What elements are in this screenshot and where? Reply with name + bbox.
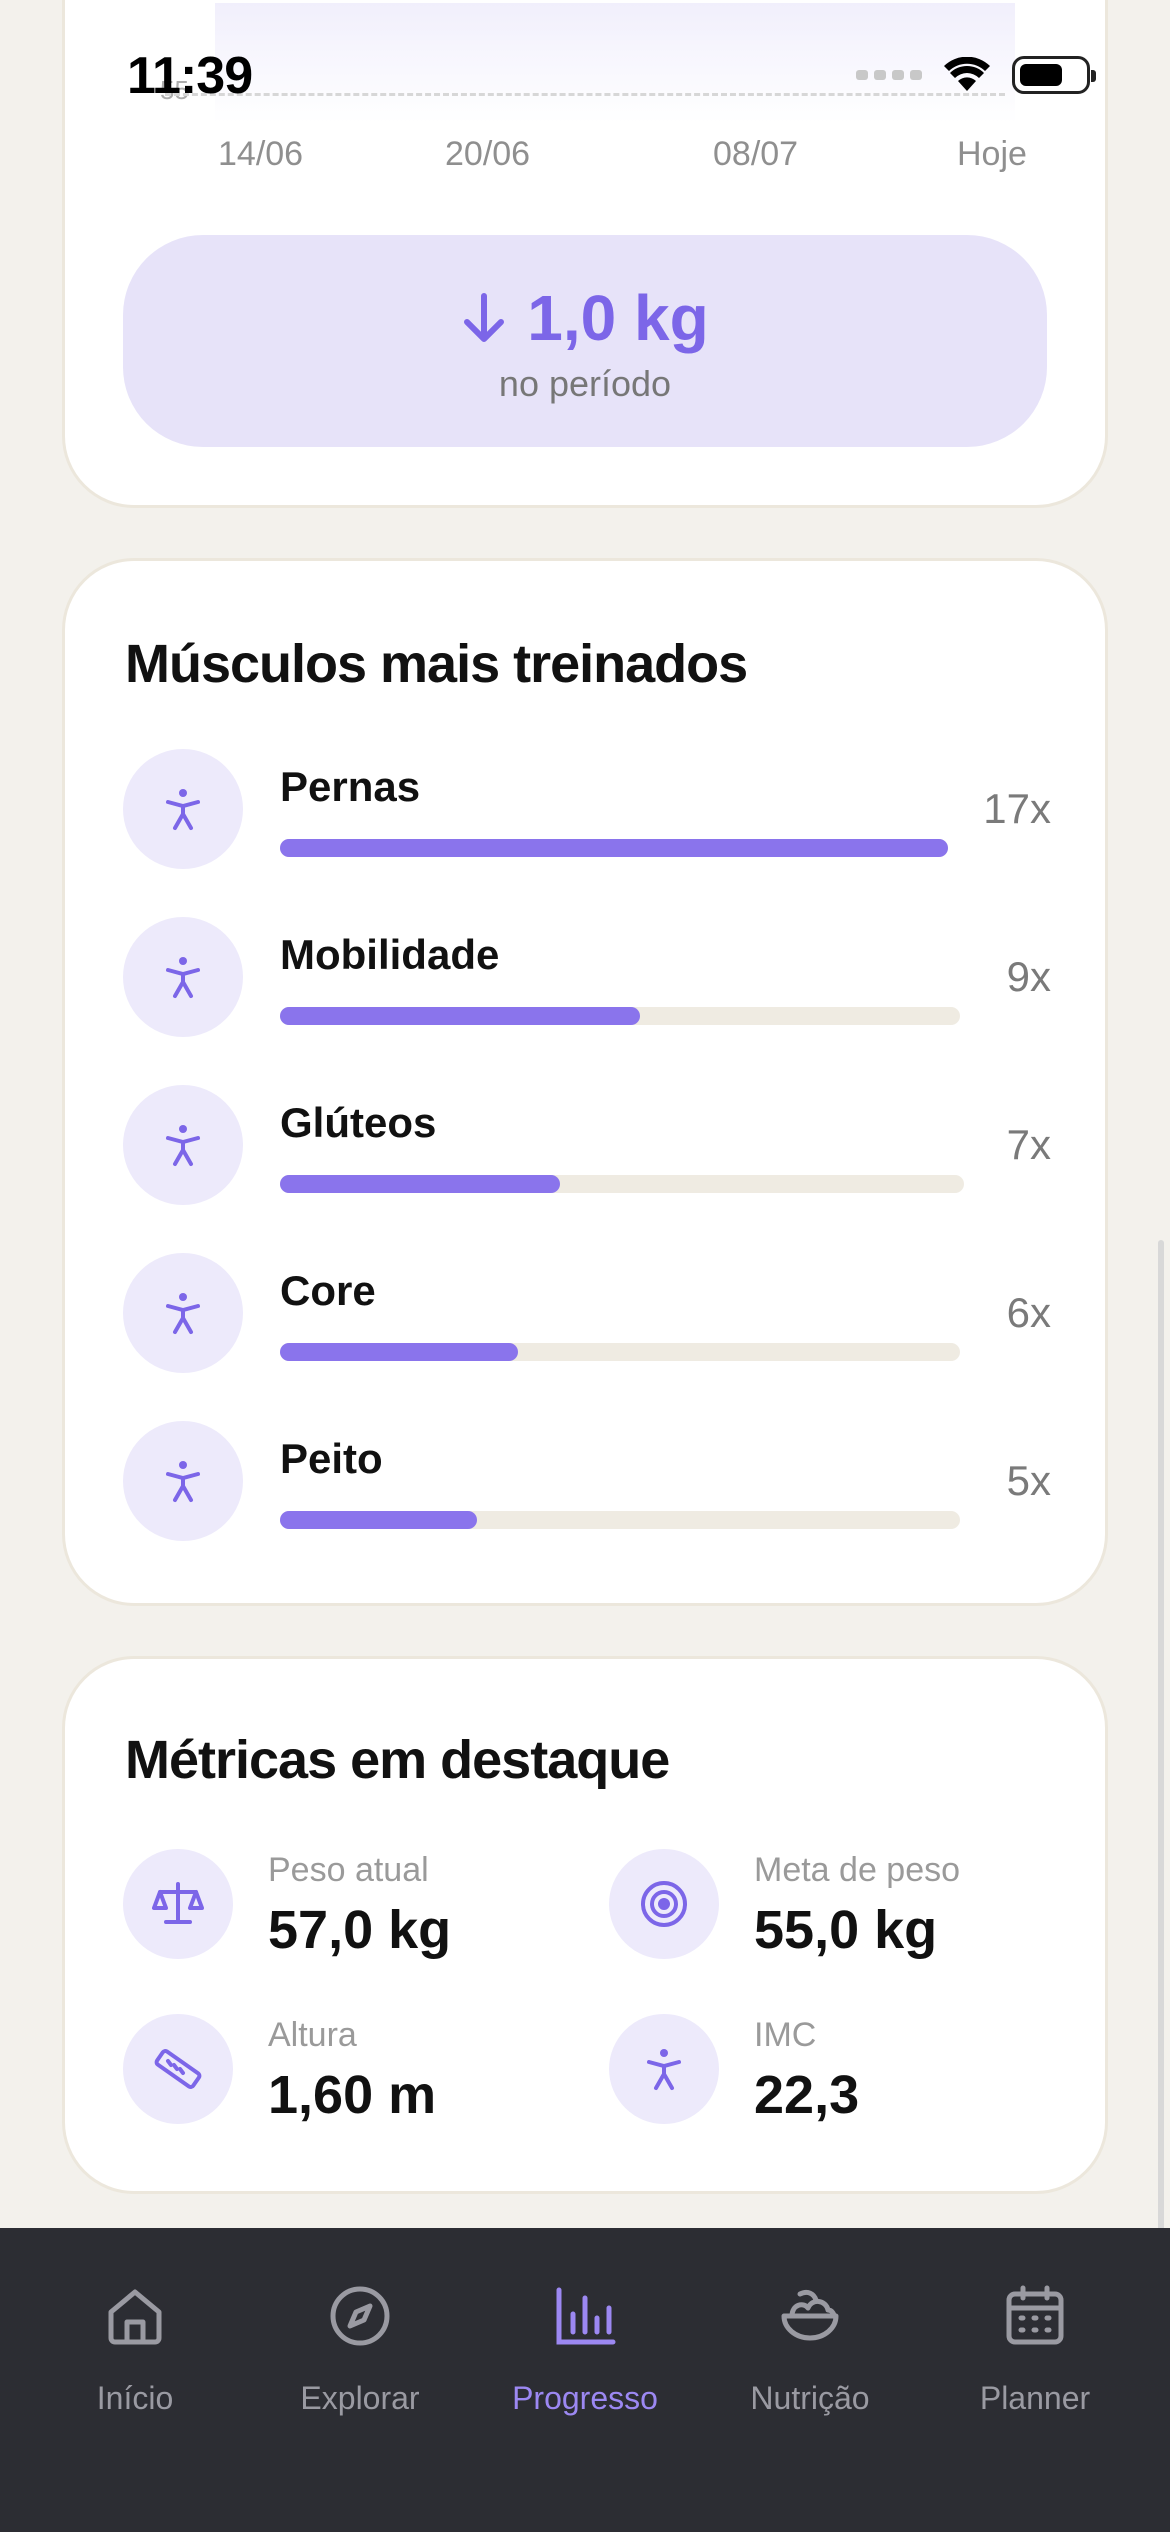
muscle-progress-fill (280, 1007, 640, 1025)
metric-value: 57,0 kg (268, 1900, 452, 1960)
scrollbar[interactable] (1158, 1240, 1164, 2240)
metric-label: Peso atual (268, 1851, 429, 1889)
scale-icon (152, 1882, 204, 1924)
weight-change-value: 1,0 kg (527, 282, 709, 354)
muscle-row: Core 6x (123, 1253, 1051, 1373)
muscle-progress-fill (280, 1343, 518, 1361)
muscle-icon-badge (123, 1085, 243, 1205)
arrow-down-icon (464, 293, 505, 342)
status-icons (856, 56, 1096, 94)
muscle-name: Pernas (280, 763, 421, 810)
status-bar: 11:39 (0, 0, 1170, 150)
muscle-progress-track (280, 1343, 960, 1361)
muscle-icon-badge (123, 917, 243, 1037)
muscle-icon-badge (123, 1421, 243, 1541)
tab-bar: Início Explorar Progresso Nutrição Plann… (0, 2228, 1170, 2532)
calendar-icon (1006, 2285, 1064, 2345)
muscle-progress-fill (280, 1511, 477, 1529)
person-icon (647, 2049, 681, 2090)
ruler-icon (154, 2049, 202, 2089)
muscle-row: Glúteos 7x (123, 1085, 1051, 1205)
person-icon (166, 957, 200, 998)
muscle-icon-badge (123, 749, 243, 869)
person-icon (166, 1293, 200, 1334)
metric-value: 22,3 (754, 2065, 860, 2125)
metric-bmi: IMC 22,3 (609, 2014, 1059, 2125)
muscle-progress-track (280, 1175, 964, 1193)
wifi-icon (944, 57, 990, 91)
tab-label: Nutrição (750, 2380, 870, 2416)
muscle-progress-track (280, 839, 948, 857)
tab-label: Início (96, 2380, 174, 2416)
muscles-card: Músculos mais treinados Pernas 17x Mobilid… (62, 558, 1108, 1606)
muscle-name: Peito (280, 1435, 383, 1482)
weight-change-period: no período (498, 363, 672, 404)
muscle-count: 17x (983, 785, 1051, 832)
battery-icon (1012, 56, 1096, 94)
tab-progresso[interactable]: Progresso (485, 2280, 685, 2417)
metric-value: 1,60 m (268, 2065, 437, 2125)
muscle-row: Mobilidade 9x (123, 917, 1051, 1037)
status-time: 11:39 (127, 47, 253, 105)
muscle-count: 7x (1006, 1121, 1051, 1168)
muscle-name: Glúteos (280, 1099, 437, 1146)
person-icon (166, 1461, 200, 1502)
salad-icon (781, 2289, 839, 2341)
tab-label: Explorar (300, 2380, 420, 2416)
metrics-title: Métricas em destaque (125, 1730, 670, 1790)
muscle-progress-track (280, 1511, 960, 1529)
metric-label: Meta de peso (754, 1851, 961, 1889)
muscle-row: Peito 5x (123, 1421, 1051, 1541)
metric-label: Altura (268, 2016, 357, 2054)
muscle-row: Pernas 17x (123, 749, 1051, 869)
muscle-count: 9x (1006, 953, 1051, 1000)
person-icon (166, 789, 200, 830)
tab-label: Planner (979, 2380, 1091, 2416)
home-icon (108, 2289, 162, 2345)
muscles-title: Músculos mais treinados (125, 634, 748, 694)
tab-inicio[interactable]: Início (35, 2280, 235, 2417)
metric-current-weight: Peso atual 57,0 kg (123, 1849, 573, 1960)
target-icon (641, 1881, 687, 1927)
muscle-progress-fill (280, 1175, 560, 1193)
bar-chart-icon (556, 2287, 616, 2345)
metrics-card: Métricas em destaque Peso atual 57,0 kg … (62, 1656, 1108, 2194)
metric-height: Altura 1,60 m (123, 2014, 573, 2125)
weight-change-summary: 1,0 kg no período (123, 235, 1047, 447)
metric-weight-goal: Meta de peso 55,0 kg (609, 1849, 1059, 1960)
tab-label: Progresso (512, 2380, 658, 2416)
compass-icon (330, 2286, 390, 2346)
tab-nutricao[interactable]: Nutrição (710, 2280, 910, 2417)
tab-planner[interactable]: Planner (935, 2280, 1135, 2417)
muscle-icon-badge (123, 1253, 243, 1373)
muscle-count: 6x (1006, 1289, 1051, 1336)
metric-value: 55,0 kg (754, 1900, 938, 1960)
muscle-name: Core (280, 1267, 376, 1314)
metric-label: IMC (754, 2016, 817, 2054)
muscle-name: Mobilidade (280, 931, 500, 978)
muscle-count: 5x (1006, 1457, 1051, 1504)
cellular-signal-icon (856, 70, 922, 80)
muscle-progress-fill (280, 839, 948, 857)
person-icon (166, 1125, 200, 1166)
tab-explorar[interactable]: Explorar (260, 2280, 460, 2417)
muscle-progress-track (280, 1007, 960, 1025)
